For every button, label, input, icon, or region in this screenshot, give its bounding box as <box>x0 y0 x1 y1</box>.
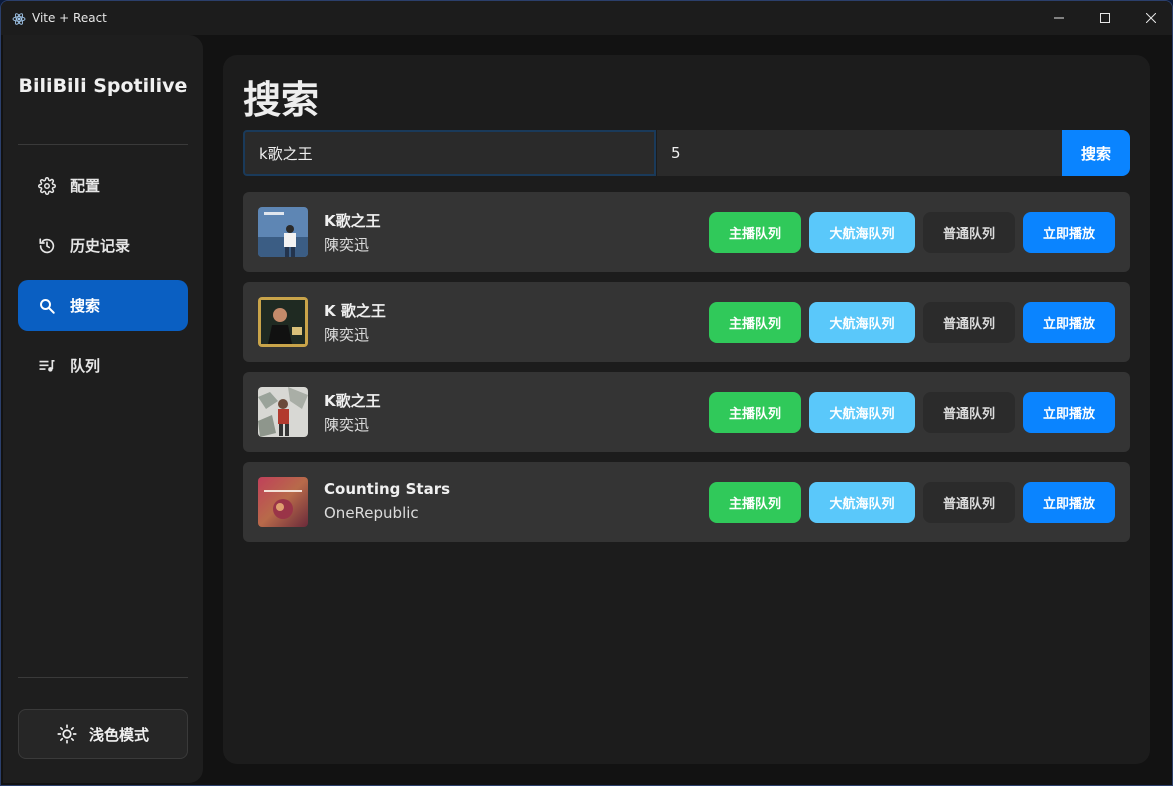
add-to-voyage-queue-button[interactable]: 大航海队列 <box>809 212 915 253</box>
song-title: K歌之王 <box>324 392 381 410</box>
maximize-button[interactable] <box>1082 1 1128 35</box>
minimize-icon <box>1054 17 1064 19</box>
sidebar-divider-top <box>18 144 188 145</box>
list-item: Counting Stars OneRepublic 主播队列 大航海队列 普通… <box>243 462 1130 542</box>
add-to-normal-queue-button[interactable]: 普通队列 <box>923 212 1015 253</box>
main-panel: 搜索 搜索 K歌之王 <box>223 55 1150 764</box>
song-artist: 陳奕迅 <box>324 326 370 344</box>
song-title: K 歌之王 <box>324 302 386 320</box>
add-to-normal-queue-button[interactable]: 普通队列 <box>923 392 1015 433</box>
queue-music-icon <box>38 357 56 375</box>
search-button[interactable]: 搜索 <box>1062 130 1130 176</box>
sidebar-divider-bottom <box>18 677 188 678</box>
sidebar-item-label: 队列 <box>70 357 101 375</box>
search-input[interactable] <box>243 130 656 176</box>
album-cover <box>258 477 308 527</box>
play-now-button[interactable]: 立即播放 <box>1023 482 1115 523</box>
add-to-streamer-queue-button[interactable]: 主播队列 <box>709 482 801 523</box>
result-count-input[interactable] <box>656 130 1062 176</box>
window-controls <box>1036 1 1172 35</box>
sidebar-item-label: 历史记录 <box>70 237 131 255</box>
album-cover <box>258 387 308 437</box>
search-icon <box>38 297 56 315</box>
sidebar-item-search[interactable]: 搜索 <box>18 280 188 331</box>
window-title: Vite + React <box>32 11 107 25</box>
sidebar-item-config[interactable]: 配置 <box>18 160 188 211</box>
search-bar: 搜索 <box>243 130 1130 176</box>
sidebar-item-label: 配置 <box>70 177 101 195</box>
close-button[interactable] <box>1128 1 1172 35</box>
minimize-button[interactable] <box>1036 1 1082 35</box>
theme-toggle-button[interactable]: 浅色模式 <box>18 709 188 759</box>
play-now-button[interactable]: 立即播放 <box>1023 212 1115 253</box>
add-to-voyage-queue-button[interactable]: 大航海队列 <box>809 392 915 433</box>
gear-icon <box>38 176 56 195</box>
song-artist: OneRepublic <box>324 504 419 522</box>
sidebar-item-queue[interactable]: 队列 <box>18 340 188 391</box>
album-cover <box>258 207 308 257</box>
song-actions: 主播队列 大航海队列 普通队列 立即播放 <box>701 392 1115 433</box>
title-bar: Vite + React <box>1 1 1172 35</box>
search-results: K歌之王 陳奕迅 主播队列 大航海队列 普通队列 立即播放 K 歌之王 陳奕迅 … <box>243 192 1130 552</box>
theme-toggle-label: 浅色模式 <box>88 725 149 744</box>
app-window: Vite + React BiliBili Spotilive 配置 历史记录 … <box>0 0 1173 786</box>
close-icon <box>1146 13 1156 23</box>
play-now-button[interactable]: 立即播放 <box>1023 302 1115 343</box>
song-title: Counting Stars <box>324 480 451 498</box>
song-artist: 陳奕迅 <box>324 416 370 434</box>
song-actions: 主播队列 大航海队列 普通队列 立即播放 <box>701 212 1115 253</box>
add-to-streamer-queue-button[interactable]: 主播队列 <box>709 302 801 343</box>
list-item: K 歌之王 陳奕迅 主播队列 大航海队列 普通队列 立即播放 <box>243 282 1130 362</box>
add-to-streamer-queue-button[interactable]: 主播队列 <box>709 392 801 433</box>
sidebar: BiliBili Spotilive 配置 历史记录 搜索 队列 浅色模式 <box>3 35 203 783</box>
history-icon <box>38 237 56 255</box>
electron-app-icon <box>12 11 26 25</box>
sun-icon <box>57 724 77 744</box>
add-to-voyage-queue-button[interactable]: 大航海队列 <box>809 302 915 343</box>
add-to-normal-queue-button[interactable]: 普通队列 <box>923 302 1015 343</box>
app-brand: BiliBili Spotilive <box>18 75 188 97</box>
add-to-streamer-queue-button[interactable]: 主播队列 <box>709 212 801 253</box>
play-now-button[interactable]: 立即播放 <box>1023 392 1115 433</box>
sidebar-item-label: 搜索 <box>70 297 101 315</box>
song-title: K歌之王 <box>324 212 381 230</box>
list-item: K歌之王 陳奕迅 主播队列 大航海队列 普通队列 立即播放 <box>243 372 1130 452</box>
song-artist: 陳奕迅 <box>324 236 370 254</box>
song-actions: 主播队列 大航海队列 普通队列 立即播放 <box>701 482 1115 523</box>
list-item: K歌之王 陳奕迅 主播队列 大航海队列 普通队列 立即播放 <box>243 192 1130 272</box>
album-cover <box>258 297 308 347</box>
add-to-normal-queue-button[interactable]: 普通队列 <box>923 482 1015 523</box>
song-actions: 主播队列 大航海队列 普通队列 立即播放 <box>701 302 1115 343</box>
add-to-voyage-queue-button[interactable]: 大航海队列 <box>809 482 915 523</box>
sidebar-item-history[interactable]: 历史记录 <box>18 220 188 271</box>
page-title: 搜索 <box>243 78 320 122</box>
maximize-icon <box>1100 13 1110 23</box>
